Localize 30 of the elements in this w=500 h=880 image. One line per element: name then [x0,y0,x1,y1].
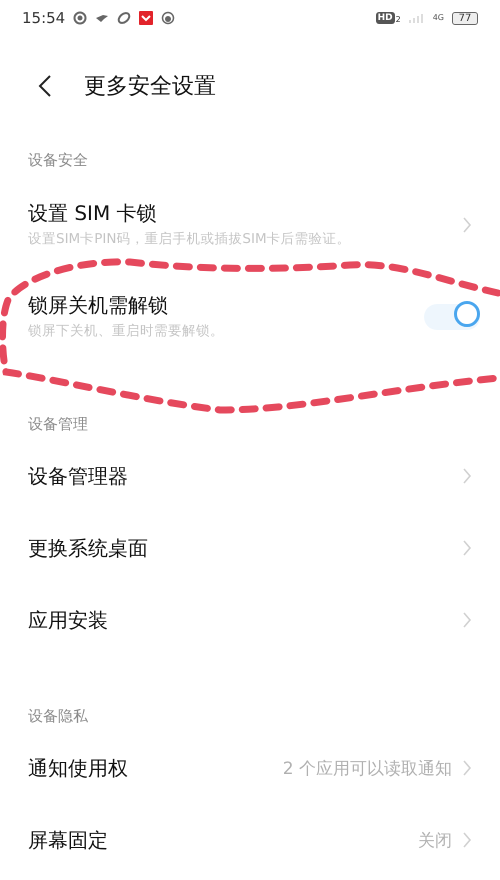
circle-icon [73,11,88,25]
battery-level: 77 [452,12,478,24]
leaf-icon [117,11,132,25]
chevron-icon[interactable] [462,611,472,629]
section-header: 设备安全 [28,151,88,169]
setting-title: 更换系统桌面 [28,535,149,561]
section-header: 设备管理 [28,415,88,433]
setting-title: 通知使用权 [28,755,129,781]
circle-icon [161,11,176,25]
setting-title: 设置 SIM 卡锁 [28,200,158,226]
signal-icon [408,13,425,23]
chevron-icon[interactable] [462,467,472,485]
setting-value: 关闭 [418,830,452,852]
setting-value: 2 个应用可以读取通知 [282,758,452,780]
chevron-icon[interactable] [462,831,472,849]
chevron-icon[interactable] [462,539,472,557]
network-label: 4G [432,14,444,22]
setting-title: 锁屏关机需解锁 [28,292,169,318]
chevron-icon[interactable] [462,216,472,234]
section-header: 设备隐私 [28,707,88,725]
clock-time: 15:54 [22,9,66,27]
setting-description: 设置SIM卡PIN码，重启手机或插拔SIM卡后需验证。 [28,230,352,249]
chevron-icon[interactable] [462,759,472,777]
setting-title: 设备管理器 [28,463,129,489]
page-title: 更多安全设置 [84,73,216,101]
app-icon [139,11,154,25]
toggle-switch[interactable] [424,304,480,330]
setting-description: 锁屏下关机、重启时需要解锁。 [28,322,225,341]
setting-title: 应用安装 [28,607,109,633]
setting-title: 屏幕固定 [28,827,109,853]
